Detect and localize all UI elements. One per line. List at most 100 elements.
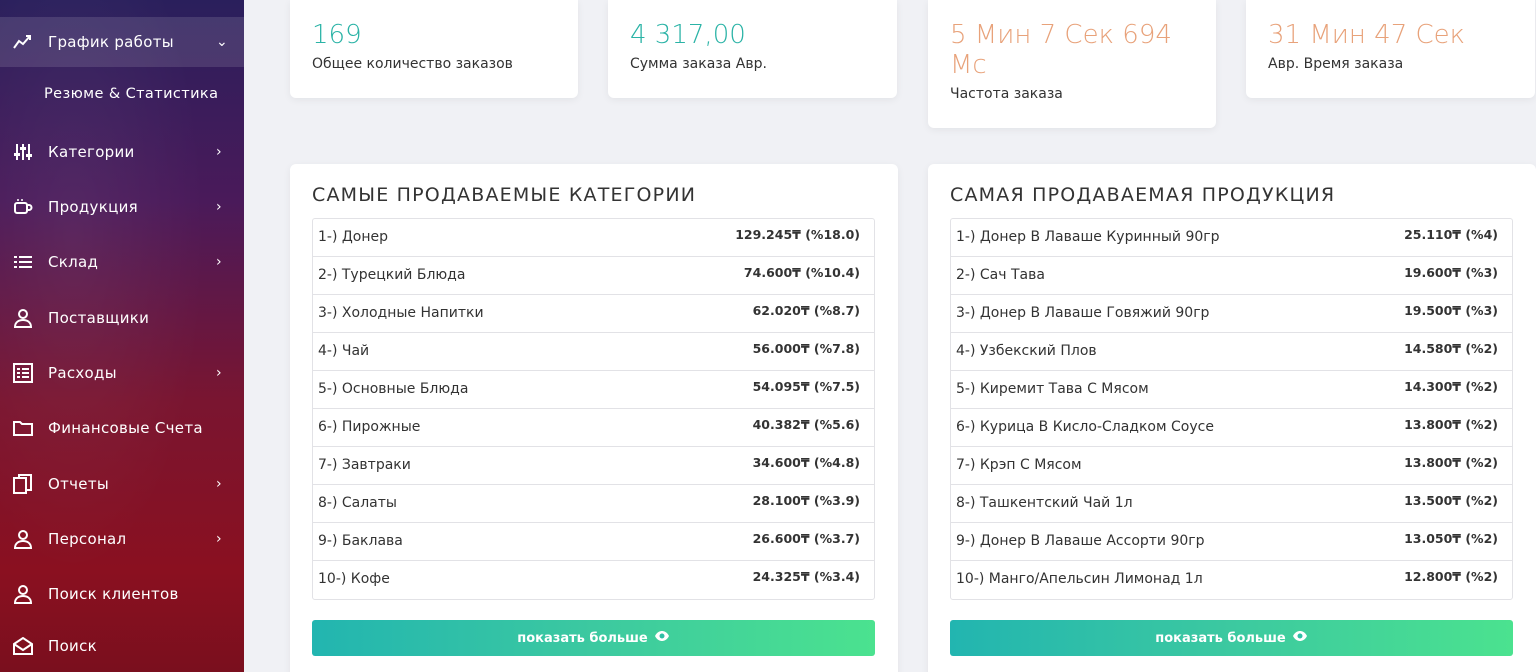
show-more-products-button[interactable]: показать больше: [950, 620, 1513, 656]
sidebar-subitem-summary[interactable]: Резюме & Статистика: [44, 86, 218, 102]
stat-label: Авр. Время заказа: [1268, 56, 1404, 72]
sidebar-item-label: Персонал: [48, 530, 127, 548]
user-icon: [12, 583, 34, 605]
coffee-cup-icon: [12, 196, 34, 218]
table-row: 4-) Узбекский Плов 14.580₸ (%2): [951, 333, 1512, 371]
sidebar-item-products[interactable]: Продукция ›: [0, 181, 244, 233]
panel-title: САМАЯ ПРОДАВАЕМАЯ ПРОДУКЦИЯ: [950, 184, 1336, 206]
table-row: 3-) Донер В Лаваше Говяжий 90гр 19.500₸ (…: [951, 295, 1512, 333]
table-row: 6-) Пирожные 40.382₸ (%5.6): [313, 409, 874, 447]
row-name: 5-) Киремит Тава С Мясом: [956, 381, 1149, 397]
row-name: 2-) Турецкий Блюда: [318, 267, 466, 283]
row-name: 1-) Донер: [318, 229, 389, 245]
row-amount: 129.245₸ (%18.0): [735, 227, 860, 242]
sidebar-item-financial-accounts[interactable]: Финансовые Счета: [0, 402, 244, 454]
sidebar-item-label: Склад: [48, 253, 99, 271]
show-more-categories-button[interactable]: показать больше: [312, 620, 875, 656]
user-icon: [12, 307, 34, 329]
row-name: 7-) Завтраки: [318, 457, 411, 473]
sidebar-item-expenses[interactable]: Расходы ›: [0, 347, 244, 399]
table-row: 8-) Ташкентский Чай 1л 13.500₸ (%2): [951, 485, 1512, 523]
row-name: 8-) Ташкентский Чай 1л: [956, 495, 1133, 511]
sidebar-item-label: График работы: [48, 33, 174, 51]
row-amount: 13.050₸ (%2): [1404, 531, 1498, 546]
table-row: 5-) Киремит Тава С Мясом 14.300₸ (%2): [951, 371, 1512, 409]
sidebar-item-label: Отчеты: [48, 475, 110, 493]
row-name: 6-) Курица В Кисло-Сладком Соусе: [956, 419, 1214, 435]
button-label: показать больше: [517, 630, 648, 646]
sidebar-item-label: Поставщики: [48, 309, 150, 327]
row-name: 5-) Основные Блюда: [318, 381, 469, 397]
folder-icon: [12, 417, 34, 439]
row-name: 1-) Донер В Лаваше Куринный 90гр: [956, 229, 1220, 245]
sidebar-item-suppliers[interactable]: Поставщики: [0, 292, 244, 344]
row-amount: 62.020₸ (%8.7): [752, 303, 860, 318]
chevron-right-icon: ›: [216, 199, 222, 215]
table-row: 9-) Баклава 26.600₸ (%3.7): [313, 523, 874, 561]
table-row: 10-) Манго/Апельсин Лимонад 1л 12.800₸ (%…: [951, 561, 1512, 599]
table-row: 1-) Донер В Лаваше Куринный 90гр 25.110₸ …: [951, 219, 1512, 257]
table-row: 3-) Холодные Напитки 62.020₸ (%8.7): [313, 295, 874, 333]
top-products-table: 1-) Донер В Лаваше Куринный 90гр 25.110₸ …: [950, 218, 1513, 600]
row-amount: 24.325₸ (%3.4): [752, 569, 860, 584]
row-name: 3-) Холодные Напитки: [318, 305, 484, 321]
sidebar-item-label: Поиск: [48, 637, 98, 655]
user-icon: [12, 528, 34, 550]
stat-label: Сумма заказа Авр.: [630, 56, 767, 72]
chevron-right-icon: ›: [216, 476, 222, 492]
top-categories-panel: САМЫЕ ПРОДАВАЕМЫЕ КАТЕГОРИИ 1-) Донер 129…: [290, 164, 898, 672]
chevron-right-icon: ›: [216, 365, 222, 381]
stat-card-avg-order-sum: 4 317,00 Сумма заказа Авр.: [608, 0, 897, 98]
sidebar-item-label: Продукция: [48, 198, 138, 216]
table-row: 2-) Сач Тава 19.600₸ (%3): [951, 257, 1512, 295]
row-name: 3-) Донер В Лаваше Говяжий 90гр: [956, 305, 1210, 321]
row-amount: 25.110₸ (%4): [1404, 227, 1498, 242]
sidebar-item-staff[interactable]: Персонал ›: [0, 513, 244, 565]
row-name: 2-) Сач Тава: [956, 267, 1045, 283]
table-row: 8-) Салаты 28.100₸ (%3.9): [313, 485, 874, 523]
sidebar-item-categories[interactable]: Категории ›: [0, 126, 244, 178]
stat-card-avg-order-time: 31 Мин 47 Сек Авр. Время заказа: [1246, 0, 1535, 98]
panel-title: САМЫЕ ПРОДАВАЕМЫЕ КАТЕГОРИИ: [312, 184, 697, 206]
sidebar-item-schedule[interactable]: График работы ⌄: [0, 17, 244, 67]
envelope-icon: [12, 635, 34, 657]
row-amount: 74.600₸ (%10.4): [743, 265, 860, 280]
row-amount: 19.500₸ (%3): [1404, 303, 1498, 318]
stat-card-total-orders: 169 Общее количество заказов: [290, 0, 578, 98]
chevron-right-icon: ›: [216, 254, 222, 270]
row-name: 9-) Донер В Лаваше Ассорти 90гр: [956, 533, 1205, 549]
table-row: 2-) Турецкий Блюда 74.600₸ (%10.4): [313, 257, 874, 295]
checklist-icon: [12, 362, 34, 384]
table-row: 4-) Чай 56.000₸ (%7.8): [313, 333, 874, 371]
sidebar-item-search[interactable]: Поиск: [0, 620, 244, 672]
sidebar-item-reports[interactable]: Отчеты ›: [0, 458, 244, 510]
table-row: 1-) Донер 129.245₸ (%18.0): [313, 219, 874, 257]
sidebar-item-warehouse[interactable]: Склад ›: [0, 236, 244, 288]
row-name: 10-) Манго/Апельсин Лимонад 1л: [956, 571, 1203, 587]
sidebar-item-label: Категории: [48, 143, 135, 161]
row-name: 10-) Кофе: [318, 571, 390, 587]
table-row: 7-) Крэп С Мясом 13.800₸ (%2): [951, 447, 1512, 485]
row-name: 4-) Чай: [318, 343, 370, 359]
row-amount: 13.800₸ (%2): [1404, 455, 1498, 470]
chevron-right-icon: ›: [216, 531, 222, 547]
table-row: 10-) Кофе 24.325₸ (%3.4): [313, 561, 874, 599]
row-amount: 14.300₸ (%2): [1404, 379, 1498, 394]
stat-value: 31 Мин 47 Сек: [1268, 20, 1466, 50]
row-name: 8-) Салаты: [318, 495, 397, 511]
stat-value: 4 317,00: [630, 20, 746, 50]
documents-icon: [12, 473, 34, 495]
row-name: 4-) Узбекский Плов: [956, 343, 1097, 359]
row-amount: 56.000₸ (%7.8): [752, 341, 860, 356]
row-amount: 13.500₸ (%2): [1404, 493, 1498, 508]
sidebar-item-label: Поиск клиентов: [48, 585, 179, 603]
table-row: 5-) Основные Блюда 54.095₸ (%7.5): [313, 371, 874, 409]
eye-icon: [654, 630, 670, 646]
chart-line-icon: [12, 31, 34, 53]
list-icon: [12, 251, 34, 273]
stat-value: 5 Мин 7 Сек 694 Мс: [950, 20, 1172, 80]
sidebar-item-customer-search[interactable]: Поиск клиентов: [0, 568, 244, 620]
stat-value: 169: [312, 20, 362, 50]
stat-card-order-frequency: 5 Мин 7 Сек 694 Мс Частота заказа: [928, 0, 1216, 128]
top-categories-table: 1-) Донер 129.245₸ (%18.0) 2-) Турецкий Б…: [312, 218, 875, 600]
